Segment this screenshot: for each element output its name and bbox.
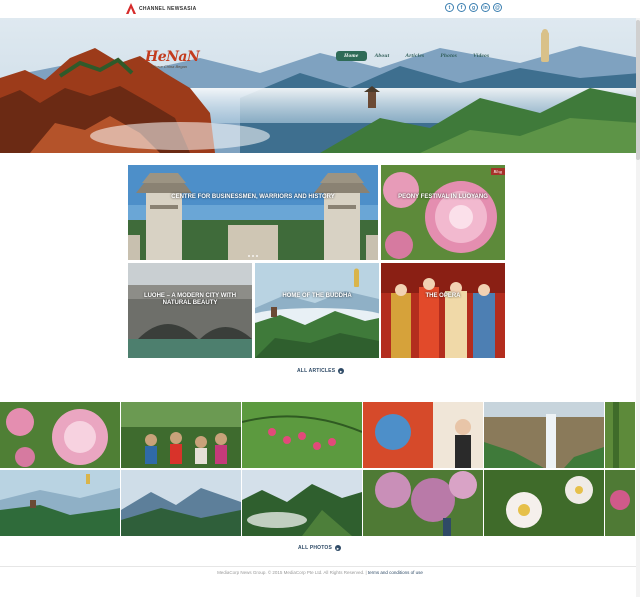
photo-thumbnail[interactable] <box>484 470 604 536</box>
channel-newsasia-logo-icon <box>126 3 136 14</box>
footer: MediaCorp News Group. © 2015 MediaCorp P… <box>0 570 640 575</box>
all-photos-label: ALL PHOTOS <box>298 545 333 551</box>
opera-performers-image <box>381 263 505 358</box>
all-photos-link[interactable]: ALL PHOTOS ► <box>298 545 342 551</box>
arrow-right-icon: ► <box>335 545 342 551</box>
photo-thumbnail[interactable] <box>242 402 362 468</box>
buddha-mountain-image <box>255 263 379 358</box>
photo-thumbnail[interactable] <box>0 402 120 468</box>
nav-articles[interactable]: Articles <box>397 51 432 61</box>
peony-flower-image <box>381 165 505 260</box>
site-logo-title: HeNaN <box>145 49 200 65</box>
temple-gate-image <box>128 165 378 260</box>
article-tile-peony-festival[interactable]: Blog PEONY FESTIVAL IN LUOYANG <box>381 165 505 260</box>
mountain-landscape-image <box>0 18 640 153</box>
painted-mural-woman-image <box>363 402 483 468</box>
top-bar: Channel NewsAsia t f g in @ <box>0 0 640 18</box>
article-title: LUOHE – A MODERN CITY WITH NATURAL BEAUT… <box>143 293 237 306</box>
nav-home[interactable]: Home <box>336 51 367 61</box>
linkedin-icon[interactable]: in <box>481 3 490 12</box>
footer-divider <box>0 566 640 567</box>
white-peony-image <box>484 470 604 536</box>
misty-peaks-image <box>242 470 362 536</box>
hero-banner: HeNaN Where China Began Home About Artic… <box>0 18 640 153</box>
terms-link[interactable]: terms and conditions of use <box>368 570 423 575</box>
article-title: HOME OF THE BUDDHA <box>282 293 352 299</box>
photo-thumbnail[interactable] <box>121 402 241 468</box>
article-title: PEONY FESTIVAL IN LUOYANG <box>398 194 488 200</box>
photo-thumbnail[interactable] <box>0 470 120 536</box>
site-logo[interactable]: HeNaN Where China Began <box>145 49 200 69</box>
article-tile-the-opera[interactable]: THE OPERA <box>381 263 505 358</box>
nav-videos[interactable]: Videos <box>465 51 497 61</box>
bleeding-heart-flowers-image <box>242 402 362 468</box>
slider-dots[interactable] <box>128 255 378 257</box>
photo-thumbnail[interactable] <box>363 470 483 536</box>
blog-badge: Blog <box>490 168 505 175</box>
article-tile-home-of-buddha[interactable]: HOME OF THE BUDDHA <box>255 263 379 358</box>
twitter-icon[interactable]: t <box>445 3 454 12</box>
facebook-icon[interactable]: f <box>457 3 466 12</box>
people-in-park-image <box>121 402 241 468</box>
nav-photos[interactable]: Photos <box>432 51 465 61</box>
flowering-tree-image <box>363 470 483 536</box>
article-title: CENTRE FOR BUSINESSMEN, WARRIORS AND HIS… <box>171 194 335 200</box>
article-tile-businessmen-warriors[interactable]: CENTRE FOR BUSINESSMEN, WARRIORS AND HIS… <box>128 165 378 260</box>
scrollbar-thumb[interactable] <box>636 20 640 160</box>
social-links: t f g in @ <box>445 3 502 12</box>
all-articles-label: ALL ARTICLES <box>297 368 336 374</box>
google-plus-icon[interactable]: g <box>469 3 478 12</box>
main-navigation: Home About Articles Photos Videos <box>336 51 497 61</box>
photo-thumbnail[interactable] <box>605 402 635 468</box>
pink-flowers-image <box>605 470 635 536</box>
nav-about[interactable]: About <box>367 51 398 61</box>
brand-name: Channel NewsAsia <box>139 5 197 12</box>
article-tile-luohe[interactable]: LUOHE – A MODERN CITY WITH NATURAL BEAUT… <box>128 263 252 358</box>
photo-thumbnail[interactable] <box>363 402 483 468</box>
photo-thumbnail[interactable] <box>605 470 635 536</box>
all-articles-link[interactable]: ALL ARTICLES ► <box>297 368 345 374</box>
channel-newsasia-brand[interactable]: Channel NewsAsia <box>126 3 197 14</box>
temple-valley-image <box>0 470 120 536</box>
photo-thumbnail[interactable] <box>484 402 604 468</box>
green-foliage-image <box>605 402 635 468</box>
blue-mountain-range-image <box>121 470 241 536</box>
stone-bridge-image <box>128 263 252 358</box>
article-title: THE OPERA <box>425 293 461 299</box>
arrow-right-icon: ► <box>338 368 345 374</box>
photo-thumbnail[interactable] <box>242 470 362 536</box>
photo-thumbnail[interactable] <box>121 470 241 536</box>
copyright-text: MediaCorp News Group. © 2015 MediaCorp P… <box>217 570 367 575</box>
email-icon[interactable]: @ <box>493 3 502 12</box>
peony-photo-image <box>0 402 120 468</box>
waterfall-cliff-image <box>484 402 604 468</box>
